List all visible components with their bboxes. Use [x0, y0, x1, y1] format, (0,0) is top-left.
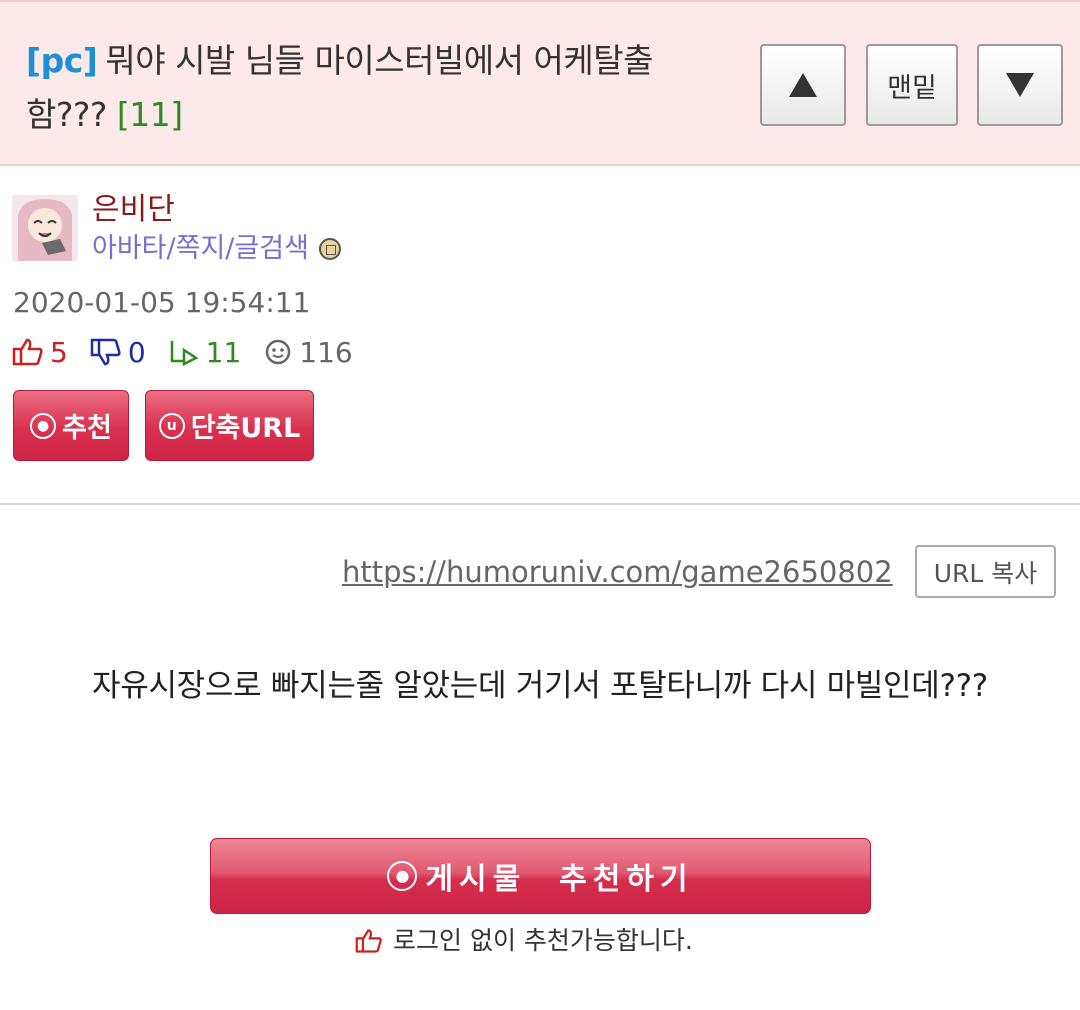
url-circle-icon: u	[158, 412, 185, 439]
post-header: [pc] 뭐야 시발 님들 마이스터빌에서 어케탈출함??? [11] 맨밑	[0, 0, 1080, 166]
avatar-image	[12, 195, 78, 261]
downvote-stat: 0	[90, 336, 146, 369]
recommend-button[interactable]: ● 추천	[13, 390, 129, 461]
recommend-note-text: 로그인 없이 추천가능합니다.	[393, 926, 693, 955]
post-content: 자유시장으로 빠지는줄 알았는데 거기서 포탈타니까 다시 마빌인데???	[92, 668, 988, 704]
thumbs-down-icon	[90, 338, 121, 366]
thumbs-up-icon	[355, 929, 382, 953]
post-url-link[interactable]: https://humoruniv.com/game2650802	[342, 552, 893, 592]
scroll-up-button[interactable]	[760, 44, 846, 126]
comment-count[interactable]: [11]	[117, 95, 183, 134]
post-title: [pc] 뭐야 시발 님들 마이스터빌에서 어케탈출함??? [11]	[26, 34, 726, 142]
level-badge-icon	[318, 238, 341, 260]
author-links-text[interactable]: 아바타/쪽지/글검색	[92, 230, 309, 268]
view-count: 116	[299, 335, 353, 369]
upvote-stat: 5	[12, 336, 68, 369]
post-stats: 5 0 11 116	[12, 332, 375, 372]
reply-stat: 11	[168, 335, 242, 369]
upvote-count: 5	[50, 335, 68, 369]
divider	[0, 503, 1080, 505]
category-tag: [pc]	[26, 41, 98, 80]
scroll-bottom-button[interactable]: 맨밑	[866, 44, 958, 126]
arrow-down-icon	[1006, 73, 1034, 97]
smiley-icon	[266, 339, 291, 365]
recommend-circle-icon: ●	[30, 412, 57, 439]
view-stat: 116	[263, 335, 353, 369]
post-datetime: 2020-01-05 19:54:11	[13, 286, 311, 319]
author-links[interactable]: 아바타/쪽지/글검색	[92, 230, 341, 268]
scroll-down-button[interactable]	[977, 44, 1063, 126]
recommend-post-button-label: 게시물 추천하기	[425, 862, 694, 897]
avatar[interactable]	[12, 195, 78, 261]
url-copy-button[interactable]: URL 복사	[915, 545, 1056, 598]
arrow-up-icon	[789, 73, 817, 97]
short-url-button[interactable]: u 단축URL	[145, 390, 314, 461]
author-name[interactable]: 은비단	[92, 190, 175, 230]
recommend-big-circle-icon: ●	[387, 861, 418, 891]
recommend-post-button[interactable]: ● 게시물 추천하기	[210, 838, 871, 914]
thumbs-up-icon	[12, 338, 43, 366]
reply-arrow-icon	[170, 341, 199, 367]
reply-count: 11	[205, 335, 242, 369]
recommend-button-label: 추천	[62, 413, 112, 444]
short-url-button-label: 단축URL	[190, 413, 301, 444]
recommend-note: 로그인 없이 추천가능합니다.	[355, 922, 693, 960]
downvote-count: 0	[127, 335, 146, 369]
